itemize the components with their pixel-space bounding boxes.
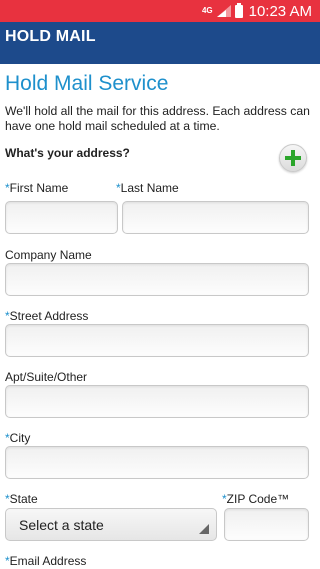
first-name-input[interactable] (5, 201, 118, 234)
apt-suite-label: Apt/Suite/Other (5, 370, 88, 384)
app-title: HOLD MAIL (5, 28, 96, 45)
city-label: *City (5, 431, 31, 445)
intro-text: We'll hold all the mail for this address… (5, 104, 310, 133)
last-name-label: *Last Name (116, 181, 179, 195)
street-address-input[interactable] (5, 324, 309, 357)
company-name-input[interactable] (5, 263, 309, 296)
state-label: *State (5, 492, 38, 506)
city-input[interactable] (5, 446, 309, 479)
company-name-label: Company Name (5, 248, 92, 262)
zip-code-label: *ZIP Code™ (222, 492, 290, 506)
last-name-input[interactable] (122, 201, 309, 234)
dropdown-arrow-icon (199, 524, 209, 534)
status-icons: 4G (201, 2, 243, 18)
network-type-icon: 4G (201, 6, 213, 15)
clock: 10:23 AM (248, 2, 312, 20)
state-select-value: Select a state (19, 516, 104, 533)
add-address-button[interactable] (279, 144, 307, 172)
email-address-label: *Email Address (5, 554, 87, 568)
section-label: What's your address? (5, 146, 130, 160)
signal-icon (216, 5, 231, 17)
first-name-label: *First Name (5, 181, 69, 195)
plus-icon (285, 150, 301, 166)
apt-suite-input[interactable] (5, 385, 309, 418)
status-bar: 4G 10:23 AM (0, 0, 320, 22)
page-title: Hold Mail Service (5, 72, 169, 95)
battery-icon (234, 2, 243, 18)
zip-code-input[interactable] (224, 508, 309, 541)
app-bar: HOLD MAIL (0, 22, 320, 64)
street-address-label: *Street Address (5, 309, 89, 323)
state-select[interactable]: Select a state (5, 508, 217, 541)
